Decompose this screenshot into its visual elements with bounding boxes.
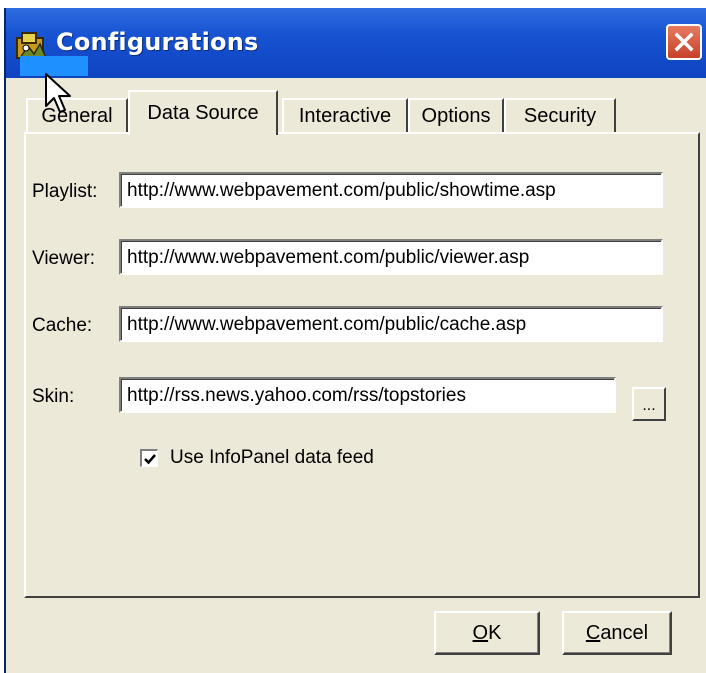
tab-data-source-label: Data Source bbox=[147, 102, 259, 124]
infopanel-option[interactable]: Use InfoPanel data feed bbox=[140, 447, 374, 469]
cancel-mnemonic: C bbox=[585, 621, 601, 644]
tab-general[interactable]: General bbox=[26, 98, 128, 132]
cache-field[interactable]: http://www.webpavement.com/public/cache.… bbox=[119, 306, 663, 342]
tab-security-label: Security bbox=[523, 104, 597, 127]
infopanel-checkbox[interactable] bbox=[140, 449, 158, 467]
playlist-field[interactable]: http://www.webpavement.com/public/showti… bbox=[119, 172, 663, 208]
cache-label: Cache: bbox=[32, 315, 93, 336]
close-button[interactable] bbox=[666, 24, 702, 60]
viewer-field[interactable]: http://www.webpavement.com/public/viewer… bbox=[119, 239, 663, 275]
tab-data-source[interactable]: Data Source bbox=[128, 90, 278, 135]
cancel-button[interactable]: Cancel bbox=[562, 611, 672, 655]
tab-security[interactable]: Security bbox=[504, 98, 616, 132]
checkmark-icon bbox=[143, 453, 156, 464]
ok-label-rest: K bbox=[488, 621, 502, 644]
tab-interactive[interactable]: Interactive bbox=[282, 98, 408, 132]
window-title: Configurations bbox=[56, 28, 259, 56]
skin-field[interactable]: http://rss.news.yahoo.com/rss/topstories bbox=[119, 377, 616, 413]
viewer-label: Viewer: bbox=[32, 248, 96, 269]
playlist-label: Playlist: bbox=[32, 181, 98, 202]
browse-button[interactable]: ... bbox=[632, 387, 666, 421]
tab-options-label: Options bbox=[421, 104, 491, 127]
tab-options[interactable]: Options bbox=[408, 98, 504, 132]
skin-label: Skin: bbox=[32, 386, 75, 407]
ok-mnemonic: O bbox=[472, 621, 489, 644]
tab-interactive-label: Interactive bbox=[298, 104, 392, 127]
ok-button[interactable]: OK bbox=[434, 611, 540, 655]
cancel-label-rest: ancel bbox=[600, 621, 649, 644]
title-bar[interactable]: Configurations bbox=[6, 8, 706, 78]
infopanel-checkbox-label: Use InfoPanel data feed bbox=[170, 447, 374, 468]
configurations-dialog: Configurations General Data Source Inter… bbox=[4, 8, 706, 673]
mouse-cursor-icon bbox=[45, 73, 71, 113]
close-icon bbox=[674, 32, 694, 52]
